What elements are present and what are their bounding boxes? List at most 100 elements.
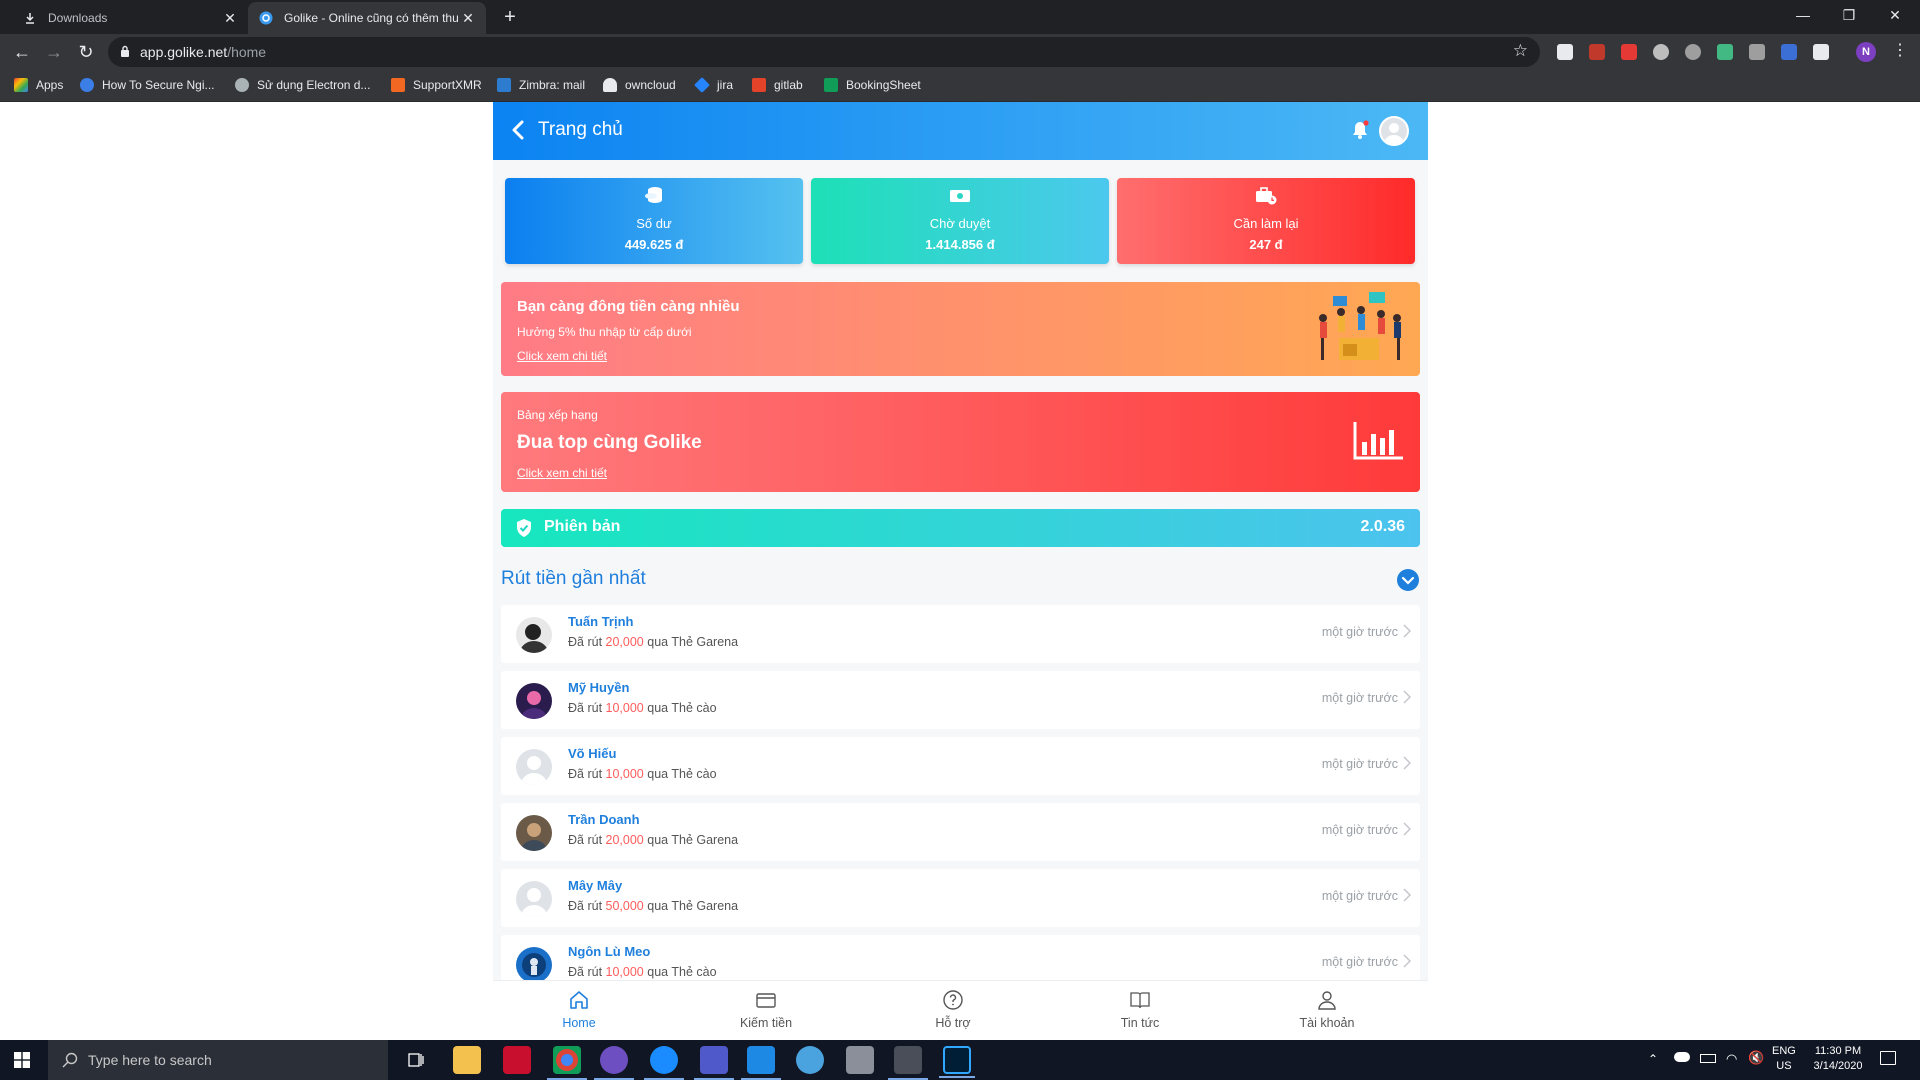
chrome-taskbar-icon[interactable] <box>547 1046 587 1080</box>
back-nav-icon[interactable]: ← <box>10 40 34 64</box>
withdrawal-item[interactable]: Tuấn Trịnh Đã rút 20,000 qua Thẻ Garena … <box>501 605 1420 663</box>
address-bar[interactable]: app.golike.net/home ☆ <box>108 37 1540 67</box>
chevron-down-icon[interactable] <box>1396 568 1420 592</box>
ranking-detail-link[interactable]: Click xem chi tiết <box>517 466 607 480</box>
app-taskbar-icon[interactable] <box>594 1046 634 1080</box>
withdrawal-amount: 10,000 <box>605 701 644 715</box>
nav-support[interactable]: Hỗ trợ <box>893 981 1013 1040</box>
bookmark-star-icon[interactable]: ☆ <box>1513 41 1528 61</box>
minimize-button[interactable]: — <box>1780 0 1826 30</box>
wifi-icon[interactable]: ◠ <box>1726 1051 1737 1080</box>
youtube-extension-icon[interactable] <box>1621 44 1637 60</box>
redo-card[interactable]: Cần làm lại 247 đ <box>1117 178 1415 264</box>
nav-home[interactable]: Home <box>519 981 639 1040</box>
withdrawal-item[interactable]: Mây Mây Đã rút 50,000 qua Thẻ Garena một… <box>501 869 1420 927</box>
vue-extension-icon[interactable] <box>1717 44 1733 60</box>
remote-desktop-icon[interactable] <box>846 1046 874 1074</box>
profile-avatar[interactable]: N <box>1856 42 1876 62</box>
browser-menu-icon[interactable]: ⋮ <box>1892 41 1908 61</box>
vscode-taskbar-icon[interactable] <box>741 1046 781 1080</box>
photoshop-taskbar-icon[interactable] <box>939 1046 975 1078</box>
bookmark-bookingsheet[interactable]: BookingSheet <box>824 78 921 92</box>
withdrawal-description: Đã rút 50,000 qua Thẻ Garena <box>568 899 738 913</box>
gitlab-icon <box>752 78 766 92</box>
notification-bell-icon[interactable] <box>1349 119 1371 141</box>
user-avatar[interactable] <box>1379 116 1409 146</box>
notification-center-icon[interactable] <box>1880 1051 1896 1065</box>
withdrawal-time: một giờ trước <box>1321 625 1398 639</box>
close-window-button[interactable]: ✕ <box>1872 0 1918 30</box>
zalo-taskbar-icon[interactable] <box>644 1046 684 1080</box>
close-icon[interactable]: ✕ <box>222 10 238 27</box>
withdrawal-time: một giờ trước <box>1321 823 1398 837</box>
task-view-icon[interactable] <box>402 1046 430 1074</box>
taskbar-search[interactable]: Type here to search <box>48 1040 388 1080</box>
withdrawals-heading: Rút tiền gần nhất <box>501 568 646 589</box>
referral-banner[interactable]: Bạn càng đông tiền càng nhiều Hưởng 5% t… <box>501 282 1420 376</box>
chevron-right-icon <box>1403 888 1411 902</box>
avatar <box>516 683 552 719</box>
withdrawal-prefix: Đã rút <box>568 965 603 979</box>
bookmark-supportxmr[interactable]: SupportXMR <box>391 78 482 92</box>
network-app-icon[interactable] <box>796 1046 824 1074</box>
withdrawal-time: một giờ trước <box>1321 757 1398 771</box>
pending-card[interactable]: Chờ duyệt 1.414.856 đ <box>811 178 1109 264</box>
nav-earn[interactable]: Kiếm tiền <box>706 981 826 1040</box>
windows-start-icon[interactable] <box>14 1052 30 1068</box>
translate-extension-icon[interactable] <box>1749 44 1765 60</box>
balance-card[interactable]: Số dư 449.625 đ <box>505 178 803 264</box>
bookmark-gitlab[interactable]: gitlab <box>752 78 803 92</box>
chevron-right-icon <box>1403 756 1411 770</box>
file-explorer-icon[interactable] <box>453 1046 481 1074</box>
bookmark-owncloud[interactable]: owncloud <box>603 78 676 92</box>
withdrawal-user-name: Trần Doanh <box>568 812 640 827</box>
bookmark-secure-nginx[interactable]: How To Secure Ngi... <box>80 78 215 92</box>
download-extension-icon[interactable] <box>1781 44 1797 60</box>
golike-favicon <box>258 10 274 26</box>
extension-icon[interactable] <box>1589 44 1605 60</box>
terminal-taskbar-icon[interactable] <box>888 1046 928 1080</box>
lock-icon <box>121 45 129 57</box>
speaker-muted-icon[interactable]: 🔇 <box>1748 1050 1764 1080</box>
onedrive-icon[interactable] <box>1674 1052 1690 1062</box>
react-extension-icon[interactable] <box>1685 44 1701 60</box>
tab-golike[interactable]: Golike - Online cũng có thêm thu nhập ✕ <box>248 2 486 34</box>
jira-icon <box>694 77 710 93</box>
bookmark-label: Apps <box>36 78 64 92</box>
language-indicator[interactable]: ENG US <box>1772 1044 1796 1080</box>
withdrawal-prefix: Đã rút <box>568 767 603 781</box>
filezilla-icon[interactable] <box>503 1046 531 1074</box>
new-tab-button[interactable]: + <box>498 5 522 29</box>
bookmark-jira[interactable]: jira <box>694 77 733 93</box>
back-arrow-icon[interactable] <box>507 118 531 142</box>
withdrawal-list: Tuấn Trịnh Đã rút 20,000 qua Thẻ Garena … <box>501 605 1420 1001</box>
withdrawal-method: qua Thẻ Garena <box>647 833 739 847</box>
close-icon[interactable]: ✕ <box>460 10 476 27</box>
bookmark-apps[interactable]: Apps <box>14 78 63 92</box>
version-bar: Phiên bản 2.0.36 <box>501 509 1420 547</box>
tab-downloads[interactable]: Downloads ✕ <box>12 2 248 34</box>
ghost-extension-icon[interactable] <box>1653 44 1669 60</box>
restore-button[interactable]: ❐ <box>1826 0 1872 30</box>
withdrawal-user-name: Ngôn Lù Meo <box>568 944 651 959</box>
redo-value: 247 đ <box>1249 237 1283 252</box>
nav-account[interactable]: Tài khoản <box>1267 981 1387 1040</box>
clock[interactable]: 11:30 PM 3/14/2020 <box>1806 1044 1870 1080</box>
coins-icon <box>645 187 662 203</box>
bookmark-electron[interactable]: Sử dụng Electron d... <box>235 78 370 92</box>
tray-chevron-icon[interactable]: ⌃ <box>1648 1052 1658 1080</box>
referral-detail-link[interactable]: Click xem chi tiết <box>517 349 607 363</box>
withdrawal-item[interactable]: Mỹ Huyền Đã rút 10,000 qua Thẻ cào một g… <box>501 671 1420 729</box>
reload-icon[interactable]: ↻ <box>74 40 98 64</box>
battery-icon[interactable] <box>1700 1054 1716 1063</box>
withdrawal-item[interactable]: Trần Doanh Đã rút 20,000 qua Thẻ Garena … <box>501 803 1420 861</box>
crowd-illustration <box>1319 292 1401 360</box>
nav-news[interactable]: Tin tức <box>1080 981 1200 1040</box>
withdrawal-item[interactable]: Võ Hiếu Đã rút 10,000 qua Thẻ cào một gi… <box>501 737 1420 795</box>
bookmark-zimbra[interactable]: Zimbra: mail <box>497 78 585 92</box>
screenshot-extension-icon[interactable] <box>1813 44 1829 60</box>
teams-taskbar-icon[interactable] <box>694 1046 734 1080</box>
ranking-banner[interactable]: Bảng xếp hạng Đua top cùng Golike Click … <box>501 392 1420 492</box>
forward-nav-icon[interactable]: → <box>42 40 66 64</box>
qr-extension-icon[interactable] <box>1557 44 1573 60</box>
